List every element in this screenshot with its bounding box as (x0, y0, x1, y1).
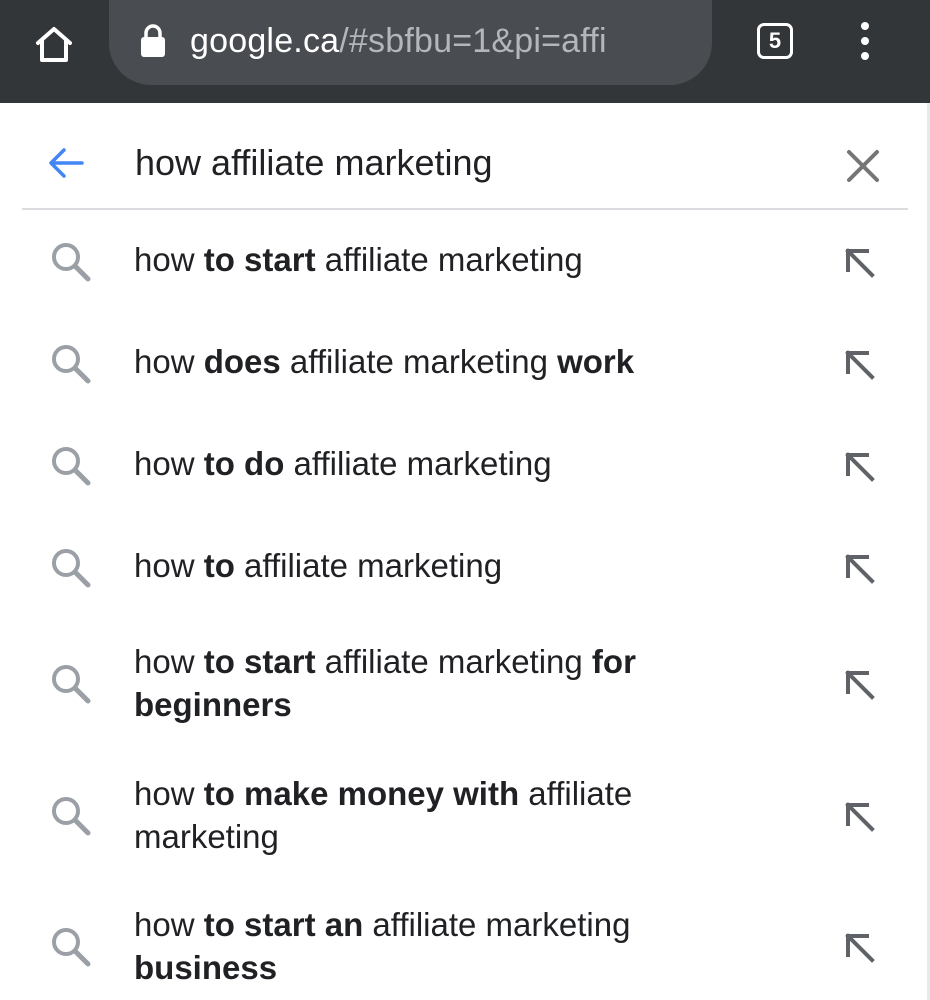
suggestion-text-bold: to start (203, 241, 316, 278)
suggestion-item[interactable]: how to start affiliate marketing for beg… (0, 632, 930, 732)
search-icon (52, 549, 91, 588)
suggestion-text-part: affiliate marketing (315, 643, 592, 680)
url-path: /#sbfbu=1&pi=affi (339, 22, 607, 60)
url-host: google.ca (190, 22, 340, 60)
fill-query-arrow-icon[interactable] (836, 443, 882, 489)
suggestion-text: how to start affiliate marketing (134, 238, 774, 281)
suggestion-text-part: affiliate marketing (280, 343, 558, 380)
suggestion-text-bold: beginners (134, 686, 292, 723)
arrow-back-icon[interactable] (42, 139, 90, 187)
url-text[interactable]: google.ca/#sbfbu=1&pi=affi (190, 19, 607, 63)
search-input[interactable]: how affiliate marketing (135, 140, 493, 186)
fill-query-arrow-icon[interactable] (836, 239, 882, 285)
close-icon[interactable] (840, 143, 886, 189)
suggestion-text-bold: to (203, 547, 235, 584)
suggestion-text: how to start affiliate marketing for beg… (134, 640, 774, 726)
tab-count: 5 (768, 28, 782, 53)
suggestion-text: how to start an affiliate marketing busi… (134, 903, 774, 989)
browser-toolbar: google.ca/#sbfbu=1&pi=affi 5 (0, 0, 930, 103)
search-icon (52, 797, 91, 836)
suggestion-item[interactable]: how to do affiliate marketing (0, 434, 930, 494)
suggestion-text-part: how (134, 906, 204, 943)
suggestion-text-bold: does (203, 343, 281, 380)
tab-switcher-button[interactable]: 5 (757, 23, 793, 59)
home-icon (36, 27, 72, 62)
suggestion-text-part: how (134, 343, 204, 380)
suggestion-text-part: affiliate marketing (284, 445, 552, 482)
suggestion-text-part: affiliate marketing (315, 241, 583, 278)
more-vert-icon[interactable] (851, 18, 879, 64)
search-icon (52, 665, 91, 704)
suggestion-text-part: affiliate marketing (363, 906, 631, 943)
search-icon (52, 345, 91, 384)
suggestion-text-part: how (134, 241, 204, 278)
search-box: how affiliate marketing (0, 103, 930, 210)
lock-icon (141, 24, 165, 57)
search-icon (52, 243, 91, 282)
fill-query-arrow-icon[interactable] (836, 341, 882, 387)
suggestion-text: how to do affiliate marketing (134, 442, 774, 485)
suggestion-item[interactable]: how to start affiliate marketing (0, 230, 930, 290)
suggestion-text-bold: work (557, 343, 635, 380)
home-button[interactable] (28, 18, 80, 70)
fill-query-arrow-icon[interactable] (836, 545, 882, 591)
suggestion-text-part: how (134, 547, 204, 584)
suggestion-text-bold: business (134, 949, 278, 986)
suggestion-text-part: how (134, 445, 204, 482)
search-icon (52, 447, 91, 486)
fill-query-arrow-icon[interactable] (836, 924, 882, 970)
suggestion-item[interactable]: how to start an affiliate marketing busi… (0, 895, 930, 995)
divider (22, 208, 908, 210)
suggestion-text: how to affiliate marketing (134, 544, 774, 587)
suggestion-text-bold: to make money with (203, 775, 520, 812)
suggestion-item[interactable]: how to affiliate marketing (0, 536, 930, 596)
suggestion-text: how does affiliate marketing work (134, 340, 774, 383)
suggestion-text-part: affiliate marketing (234, 547, 503, 584)
search-icon (52, 928, 91, 967)
suggestion-text-bold: to start (203, 643, 316, 680)
suggestion-text-bold: to start an (203, 906, 364, 943)
suggestion-text-bold: to do (203, 445, 285, 482)
fill-query-arrow-icon[interactable] (836, 793, 882, 839)
suggestion-text-bold: for (591, 643, 636, 680)
fill-query-arrow-icon[interactable] (836, 661, 882, 707)
suggestion-text-part: how (134, 775, 204, 812)
suggestion-item[interactable]: how to make money with affiliate marketi… (0, 764, 930, 864)
suggestion-text: how to make money with affiliate marketi… (134, 772, 774, 858)
suggestion-text-part: how (134, 643, 204, 680)
suggestion-item[interactable]: how does affiliate marketing work (0, 332, 930, 392)
